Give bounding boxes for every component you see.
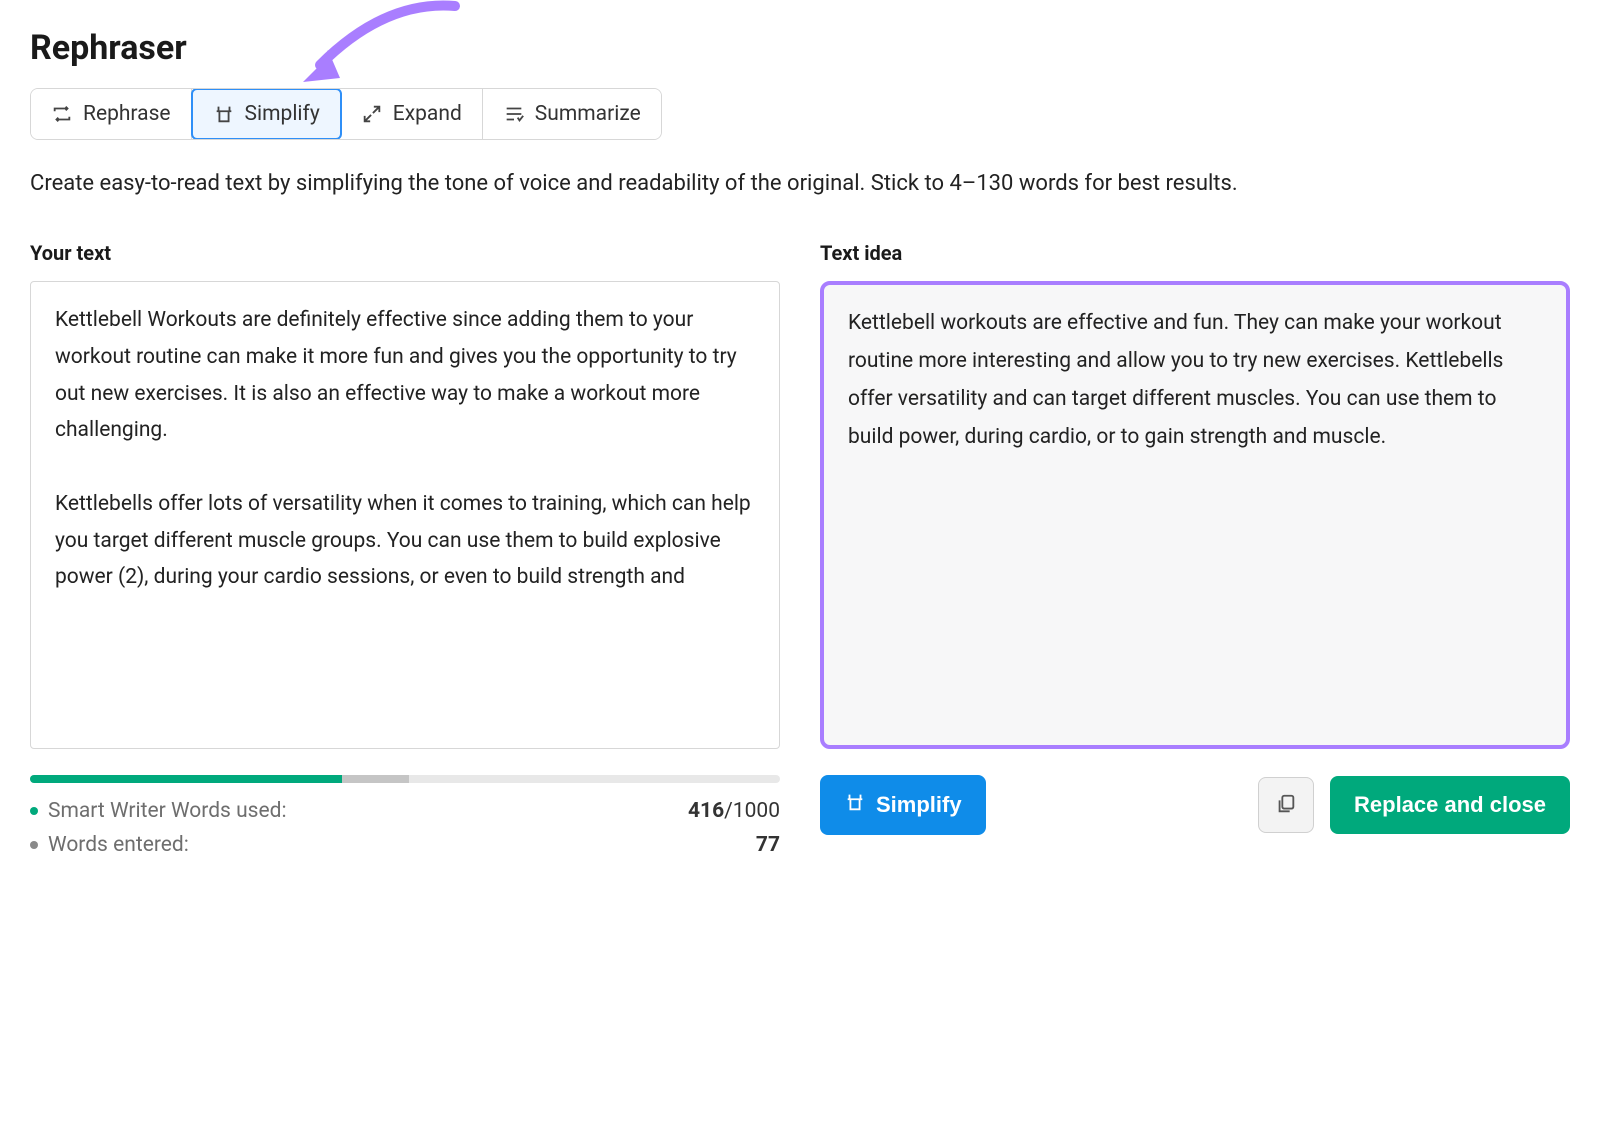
simplify-button[interactable]: Simplify: [820, 775, 986, 835]
copy-icon: [1275, 793, 1297, 818]
summarize-icon: [503, 103, 525, 125]
tab-simplify[interactable]: Simplify: [191, 88, 342, 140]
simplify-icon: [213, 103, 235, 125]
page-title: Rephraser: [30, 28, 1570, 68]
replace-and-close-button[interactable]: Replace and close: [1330, 776, 1570, 834]
simplify-button-label: Simplify: [876, 792, 962, 818]
tab-description: Create easy-to-read text by simplifying …: [30, 166, 1290, 201]
source-text-input[interactable]: [30, 281, 780, 749]
your-text-label: Your text: [30, 241, 780, 265]
simplify-icon: [844, 791, 866, 819]
words-used-value: 416/1000: [688, 799, 780, 823]
tab-label: Rephrase: [83, 102, 171, 126]
words-entered-row: Words entered: 77: [30, 833, 780, 857]
bullet-icon: [30, 807, 38, 815]
expand-icon: [361, 103, 383, 125]
words-entered-value: 77: [756, 833, 780, 857]
replace-button-label: Replace and close: [1354, 792, 1546, 818]
words-used-row: Smart Writer Words used: 416/1000: [30, 799, 780, 823]
tab-label: Summarize: [535, 102, 641, 126]
tab-summarize[interactable]: Summarize: [483, 89, 661, 139]
rephrase-icon: [51, 103, 73, 125]
tab-expand[interactable]: Expand: [341, 89, 483, 139]
tab-group: Rephrase Simplify Expand Summarize: [30, 88, 662, 140]
tab-label: Expand: [393, 102, 462, 126]
tab-label: Simplify: [245, 102, 320, 126]
words-progress-bar: [30, 775, 780, 783]
text-idea-label: Text idea: [820, 241, 1570, 265]
bullet-icon: [30, 841, 38, 849]
tab-rephrase[interactable]: Rephrase: [31, 89, 192, 139]
output-text: Kettlebell workouts are effective and fu…: [820, 281, 1570, 749]
words-entered-label: Words entered:: [48, 833, 189, 857]
copy-button[interactable]: [1258, 777, 1314, 833]
words-used-label: Smart Writer Words used:: [48, 799, 287, 823]
